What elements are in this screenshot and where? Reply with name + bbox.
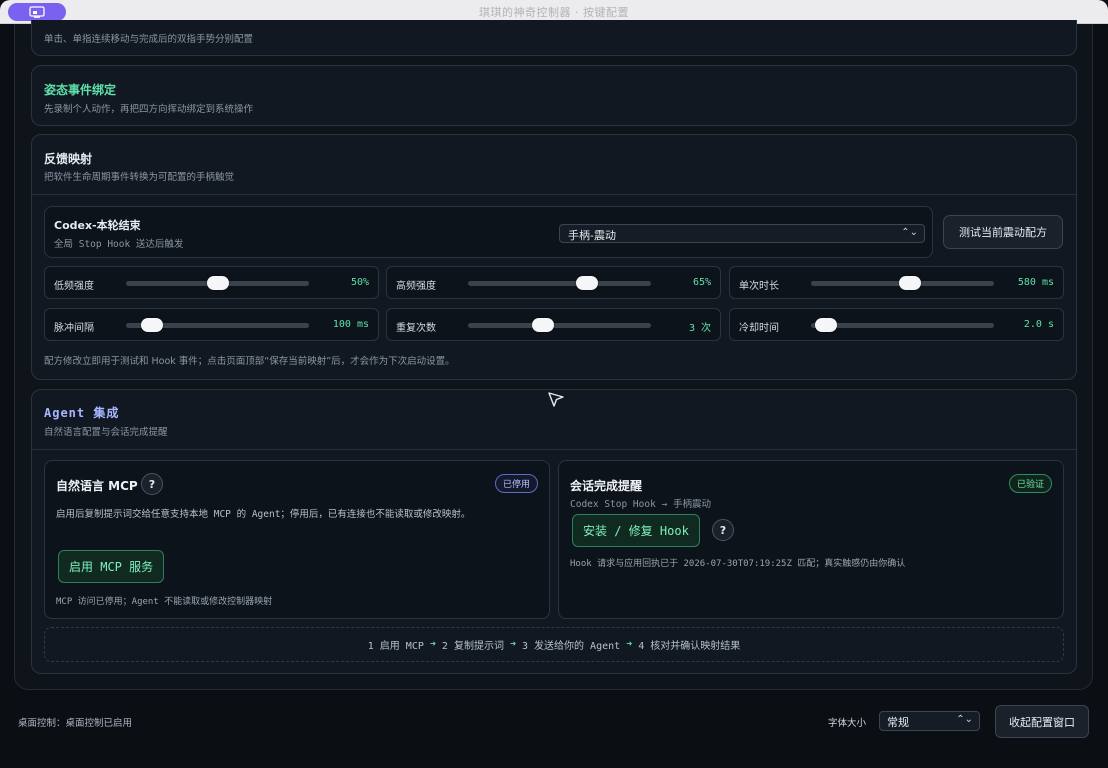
font-size-label: 字体大小 [828,718,867,729]
font-size-select[interactable]: 常规 ⌃⌄ [879,711,980,731]
mcp-help-icon[interactable]: ? [141,473,163,495]
divider [32,449,1076,450]
test-vibration-button[interactable]: 测试当前震动配方 [943,215,1063,249]
enable-mcp-button[interactable]: 启用 MCP 服务 [58,550,165,583]
slider-label: 单次时长 [739,281,779,292]
collapse-config-button[interactable]: 收起配置窗口 [995,705,1089,738]
slider-label: 低频强度 [54,281,94,292]
slider-value: 100 ms [332,319,369,330]
slider-thumb[interactable] [575,276,598,290]
agent-integration-card: Agent 集成 自然语言配置与会话完成提醒 自然语言 MCP ? 已停用 启用… [31,389,1077,674]
slider-label: 高频强度 [396,281,436,292]
tap-gesture-subtitle: 单击、单指连续移动与完成后的双指手势分别配置 [44,34,254,45]
agent-integration-title: Agent 集成 [44,406,120,420]
event-title: Codex-本轮结束 [54,219,141,232]
cursor-icon [548,392,564,407]
font-size-value: 常规 [887,716,909,729]
divider [32,194,1076,195]
slider-track[interactable] [126,276,309,290]
gesture-binding-title: 姿态事件绑定 [44,83,117,97]
recipe-note: 配方修改立即用于测试和 Hook 事件；点击页面顶部“保存当前映射”后，才会作为… [44,356,455,367]
setup-step: 4 核对并确认映射结果 [638,641,741,652]
slider-thumb[interactable] [206,276,229,290]
slider-thumb[interactable] [898,276,921,290]
gesture-binding-subtitle: 先录制个人动作，再把四方向挥动绑定到系统操作 [44,104,254,115]
setup-step: 2 复制提示词 [441,641,504,652]
arrow-right-icon: ➜ [429,639,436,650]
slider-thumb[interactable] [814,318,837,332]
feedback-mapping-subtitle: 把软件生命周期事件转换为可配置的手柄触觉 [44,172,235,183]
mcp-footer: MCP 访问已停用；Agent 不能读取或修改控制器映射 [56,597,273,607]
action-select[interactable]: 手柄-震动 ⌃⌄ [559,224,925,243]
mcp-title: 自然语言 MCP [56,479,138,493]
slider-label: 冷却时间 [739,323,779,334]
slider-value: 50% [350,277,369,288]
slider-row: 脉冲间隔 100 ms [44,308,379,341]
slider-label: 重复次数 [396,323,436,334]
event-row: Codex-本轮结束 全局 Stop Hook 送达后触发 手柄-震动 ⌃⌄ [44,206,933,258]
session-status-badge: 已验证 [1008,474,1052,493]
slider-thumb[interactable] [140,318,163,332]
hook-help-icon[interactable]: ? [712,519,734,541]
slider-value: 3 次 [688,323,711,334]
slider-track[interactable] [811,276,994,290]
feedback-mapping-title: 反馈映射 [44,152,93,166]
session-reminder-subtitle: Codex Stop Hook → 手柄震动 [570,499,711,510]
slider-row: 重复次数 3 次 [386,308,721,341]
arrow-right-icon: ➜ [626,639,633,650]
tap-gesture-card: 单击、单指连续移动与完成后的双指手势分别配置 [31,20,1077,56]
action-select-value: 手柄-震动 [568,229,616,242]
slider-track[interactable] [468,276,651,290]
slider-row: 冷却时间 2.0 s [729,308,1064,341]
setup-step: 3 发送给你的 Agent [521,641,621,652]
slider-row: 单次时长 580 ms [729,266,1064,299]
slider-track[interactable] [126,318,309,332]
slider-row: 高频强度 65% [386,266,721,299]
session-reminder-title: 会话完成提醒 [570,479,643,493]
hook-footer: Hook 请求与应用回执已于 2026-07-30T07:19:25Z 匹配；真… [570,559,906,569]
session-reminder-panel: 会话完成提醒 已验证 Codex Stop Hook → 手柄震动 安装 / 修… [558,460,1064,619]
slider-row: 低频强度 50% [44,266,379,299]
feedback-mapping-card: 反馈映射 把软件生命周期事件转换为可配置的手柄触觉 Codex-本轮结束 全局 … [31,134,1077,380]
slider-track[interactable] [811,318,994,332]
slider-label: 脉冲间隔 [54,323,94,334]
slider-thumb[interactable] [532,318,555,332]
install-hook-button[interactable]: 安装 / 修复 Hook [572,514,700,547]
mcp-panel: 自然语言 MCP ? 已停用 启用后复制提示词交给任意支持本地 MCP 的 Ag… [44,460,550,619]
mcp-status-badge: 已停用 [494,474,538,493]
window-title: 琪琪的神奇控制器 · 按键配置 [479,6,629,19]
slider-value: 580 ms [1017,277,1054,288]
slider-value: 65% [692,277,711,288]
slider-value: 2.0 s [1023,319,1054,330]
desktop-control-status: 桌面控制：桌面控制已启用 [18,718,133,729]
agent-integration-subtitle: 自然语言配置与会话完成提醒 [44,427,168,438]
updown-chevron-icon: ⌃⌄ [956,714,973,725]
setup-step: 1 启用 MCP [367,641,424,652]
mcp-description: 启用后复制提示词交给任意支持本地 MCP 的 Agent；停用后，已有连接也不能… [56,509,471,520]
event-subtitle: 全局 Stop Hook 送达后触发 [54,239,184,250]
arrow-right-icon: ➜ [509,639,516,650]
slider-track[interactable] [468,318,651,332]
gesture-binding-card[interactable]: 姿态事件绑定 先录制个人动作，再把四方向挥动绑定到系统操作 [31,65,1077,126]
setup-steps: 1 启用 MCP ➜ 2 复制提示词 ➜ 3 发送给你的 Agent ➜ 4 核对并确认映射… [44,627,1064,662]
updown-chevron-icon: ⌃⌄ [901,227,918,238]
